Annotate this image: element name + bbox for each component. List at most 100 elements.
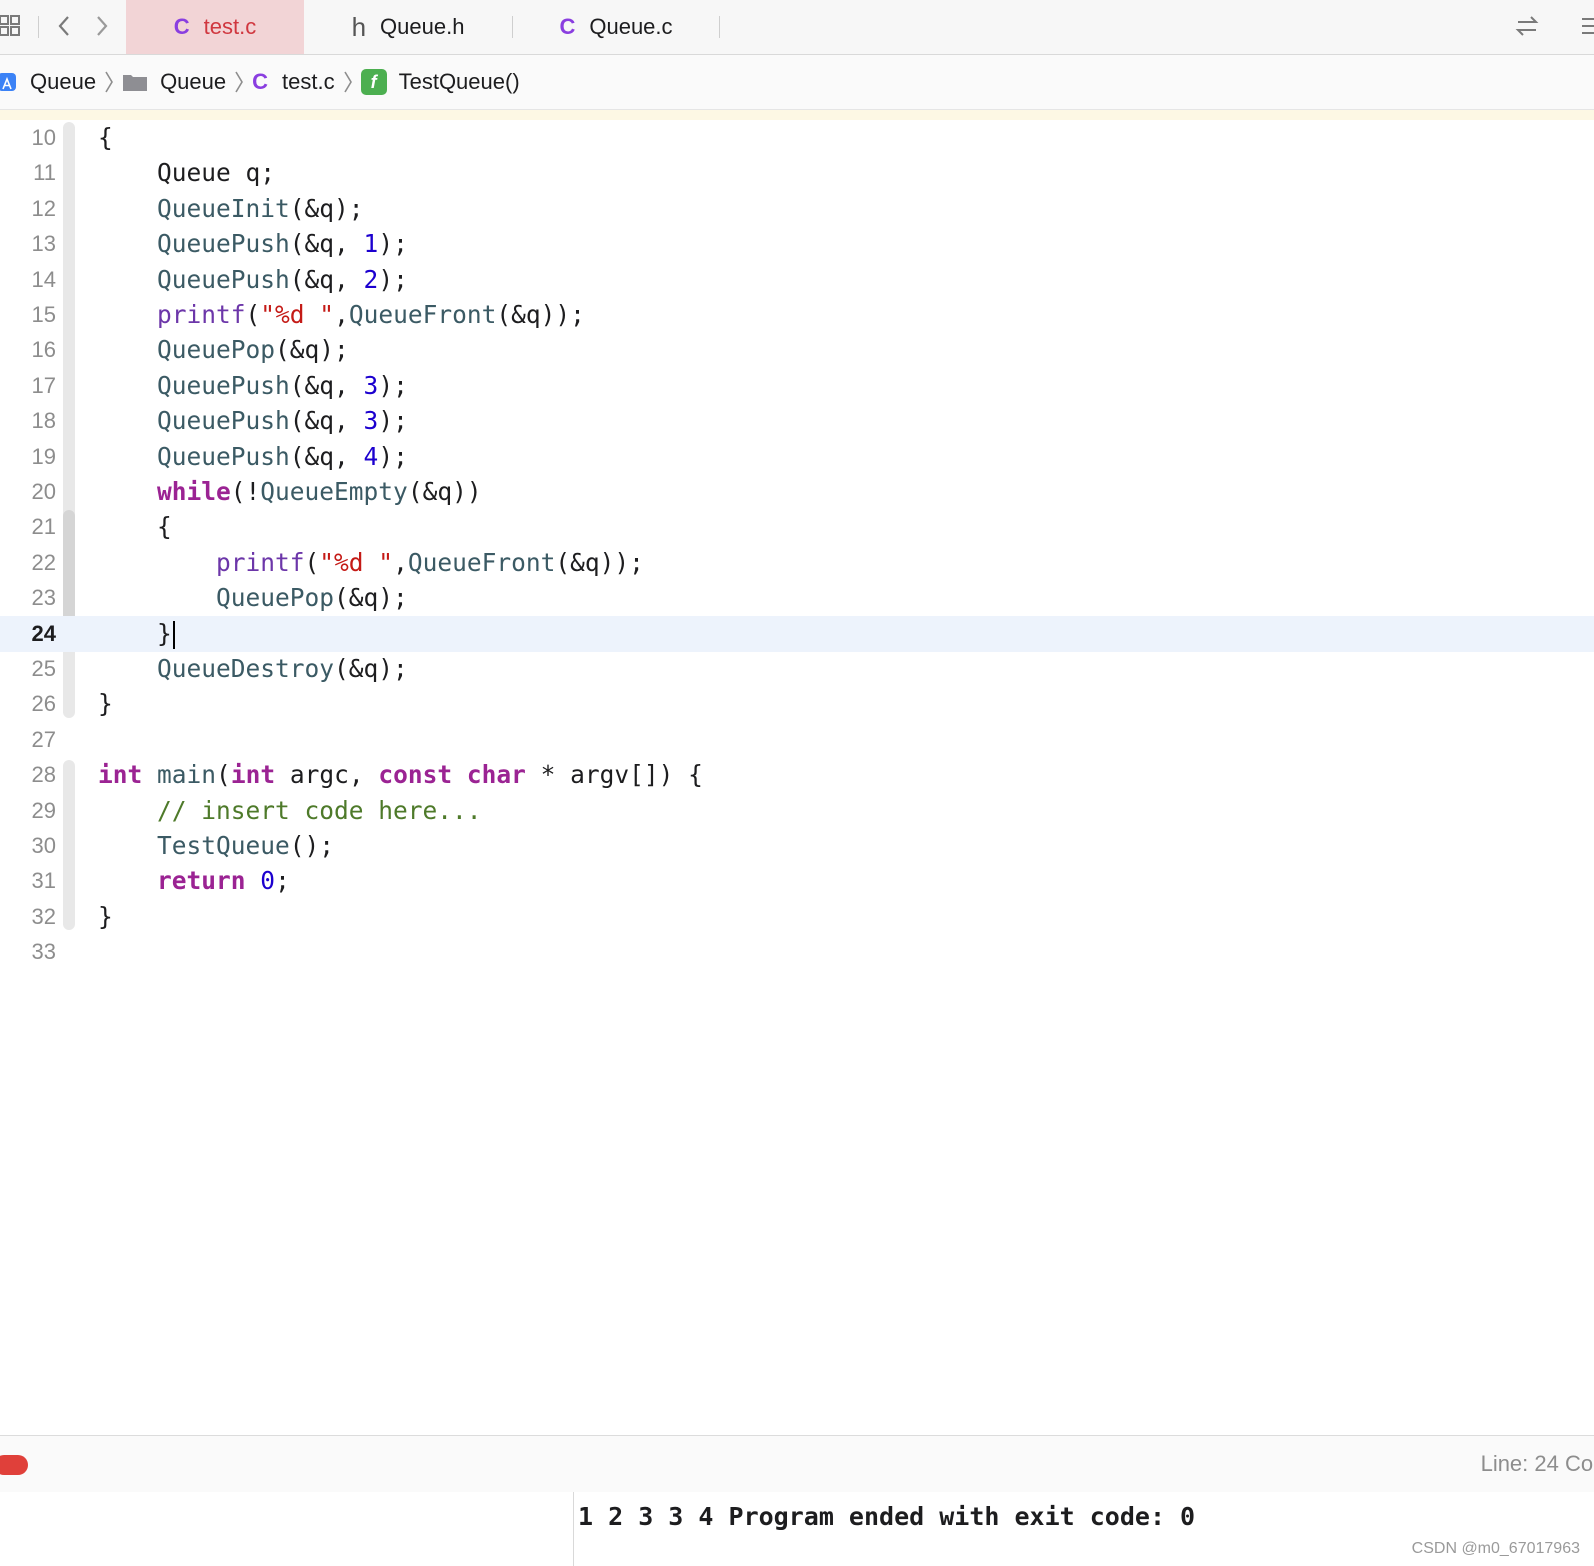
code-text: } — [98, 616, 175, 652]
breadcrumb: Queue Queue C test.c f TestQueue() — [0, 55, 1594, 110]
line-number[interactable]: 28 — [0, 757, 56, 793]
code-line[interactable]: 20 while(!QueueEmpty(&q)) — [0, 474, 1594, 510]
code-text: printf("%d ",QueueFront(&q)); — [157, 300, 585, 329]
code-line[interactable]: 33 — [0, 934, 1594, 970]
line-number[interactable]: 29 — [0, 793, 56, 829]
code-text: { — [98, 123, 113, 152]
grid-icon[interactable] — [0, 13, 24, 39]
code-line[interactable]: 22 printf("%d ",QueueFront(&q)); — [0, 545, 1594, 581]
code-text: QueuePush(&q, 1); — [157, 229, 408, 259]
code-text: QueuePush(&q, 4); — [157, 441, 408, 471]
chevron-right-icon[interactable] — [88, 13, 114, 39]
code-line[interactable]: 31 return 0; — [0, 863, 1594, 899]
text-cursor — [172, 620, 175, 649]
line-number[interactable]: 20 — [0, 474, 56, 510]
code-line[interactable]: 10 { — [0, 120, 1594, 156]
code-line[interactable]: 14 QueuePush(&q, 2); — [0, 262, 1594, 298]
line-number[interactable]: 27 — [0, 722, 56, 758]
code-text: while(!QueueEmpty(&q)) — [157, 477, 482, 506]
console-output: 1 2 3 3 4 Program ended with exit code: … — [578, 1502, 1196, 1531]
tab-test-c[interactable]: C test.c — [126, 0, 304, 54]
line-number[interactable]: 31 — [0, 863, 56, 899]
code-text: // insert code here... — [157, 795, 482, 825]
line-number[interactable]: 26 — [0, 686, 56, 722]
line-number[interactable]: 13 — [0, 226, 56, 262]
chevron-right-icon — [105, 71, 113, 93]
line-number[interactable]: 12 — [0, 191, 56, 227]
breadcrumb-project[interactable]: Queue — [0, 69, 96, 95]
cursor-position: Line: 24 Col — [1480, 1451, 1594, 1476]
line-number[interactable]: 16 — [0, 332, 56, 368]
code-line[interactable]: 29 // insert code here... — [0, 793, 1594, 829]
line-number[interactable]: 33 — [0, 934, 56, 970]
breadcrumb-label: TestQueue() — [398, 69, 520, 94]
line-number[interactable]: 10 — [0, 120, 56, 156]
code-line[interactable]: 26} — [0, 686, 1594, 722]
code-text: Queue q; — [98, 158, 276, 188]
code-line[interactable]: 19 QueuePush(&q, 4); — [0, 439, 1594, 475]
code-line[interactable]: 15 printf("%d ",QueueFront(&q)); — [0, 297, 1594, 333]
code-line[interactable]: 13 QueuePush(&q, 1); — [0, 226, 1594, 262]
code-editor[interactable]: 10 {11 Queue q; 12 QueueInit(&q); 13 QueueP… — [0, 120, 1594, 1435]
code-text: printf("%d ",QueueFront(&q)); — [216, 547, 644, 577]
line-number[interactable]: 25 — [0, 651, 56, 687]
code-line[interactable]: 24 } — [0, 615, 1594, 652]
line-number[interactable]: 15 — [0, 297, 56, 333]
swap-arrows-icon[interactable] — [1514, 13, 1540, 39]
line-number[interactable]: 21 — [0, 509, 56, 545]
breadcrumb-label: Queue — [160, 69, 227, 94]
breadcrumb-function[interactable]: f TestQueue() — [360, 69, 520, 95]
code-line[interactable]: 28 int main(int argc, const char * argv[]… — [0, 757, 1594, 793]
console-divider[interactable] — [573, 1492, 574, 1566]
code-line[interactable]: 11 Queue q; — [0, 155, 1594, 191]
watermark: CSDN @m0_67017963 — [1411, 1540, 1580, 1557]
chevron-right-icon — [343, 71, 352, 93]
function-icon: f — [360, 69, 387, 95]
code-line[interactable]: 27 — [0, 722, 1594, 758]
code-text: QueuePush(&q, 3); — [157, 370, 408, 400]
line-number[interactable]: 19 — [0, 439, 56, 475]
c-file-icon: C — [252, 69, 269, 94]
code-line[interactable]: 21 { — [0, 509, 1594, 545]
line-number[interactable]: 17 — [0, 368, 56, 404]
tab-label: Queue.h — [380, 14, 465, 39]
code-text: QueuePush(&q, 2); — [157, 264, 408, 294]
code-text: } — [98, 901, 113, 931]
chevron-left-icon[interactable] — [52, 13, 78, 39]
line-number[interactable]: 32 — [0, 899, 56, 935]
h-file-icon: h — [351, 11, 367, 42]
code-line[interactable]: 16 QueuePop(&q); — [0, 332, 1594, 368]
code-text: { — [98, 512, 172, 542]
line-number[interactable]: 23 — [0, 580, 56, 616]
code-text: } — [98, 689, 113, 719]
tab-queue-c[interactable]: C Queue.c — [513, 0, 719, 54]
code-text: QueuePop(&q); — [157, 335, 349, 365]
code-line[interactable]: 12 QueueInit(&q); — [0, 191, 1594, 227]
more-options-icon[interactable] — [1580, 13, 1594, 39]
line-number[interactable]: 30 — [0, 828, 56, 864]
breadcrumb-folder[interactable]: Queue — [122, 69, 226, 95]
code-line[interactable]: 17 QueuePush(&q, 3); — [0, 368, 1594, 404]
line-number[interactable]: 22 — [0, 545, 56, 581]
breadcrumb-label: test.c — [282, 69, 335, 94]
error-indicator[interactable] — [0, 1455, 28, 1475]
breadcrumb-label: Queue — [30, 69, 97, 94]
code-line[interactable]: 25 QueueDestroy(&q); — [0, 651, 1594, 687]
folder-icon — [123, 75, 148, 91]
xcode-project-icon — [0, 73, 16, 91]
line-number[interactable]: 14 — [0, 262, 56, 298]
code-line[interactable]: 32} — [0, 899, 1594, 935]
line-number[interactable]: 24 — [0, 616, 56, 652]
tab-queue-h[interactable]: h Queue.h — [304, 0, 512, 54]
code-line[interactable]: 23 QueuePop(&q); — [0, 580, 1594, 616]
code-text: QueuePush(&q, 3); — [157, 406, 408, 436]
c-file-icon: C — [559, 14, 576, 39]
code-line[interactable]: 30 TestQueue(); — [0, 828, 1594, 864]
code-line[interactable]: 18 QueuePush(&q, 3); — [0, 403, 1594, 439]
line-number[interactable]: 18 — [0, 403, 56, 439]
console-area[interactable]: 1 2 3 3 4 Program ended with exit code: … — [0, 1492, 1594, 1566]
breadcrumb-file[interactable]: C test.c — [252, 69, 334, 95]
code-text: QueuePop(&q); — [216, 583, 408, 613]
c-file-icon: C — [173, 14, 190, 39]
line-number[interactable]: 11 — [0, 155, 56, 191]
